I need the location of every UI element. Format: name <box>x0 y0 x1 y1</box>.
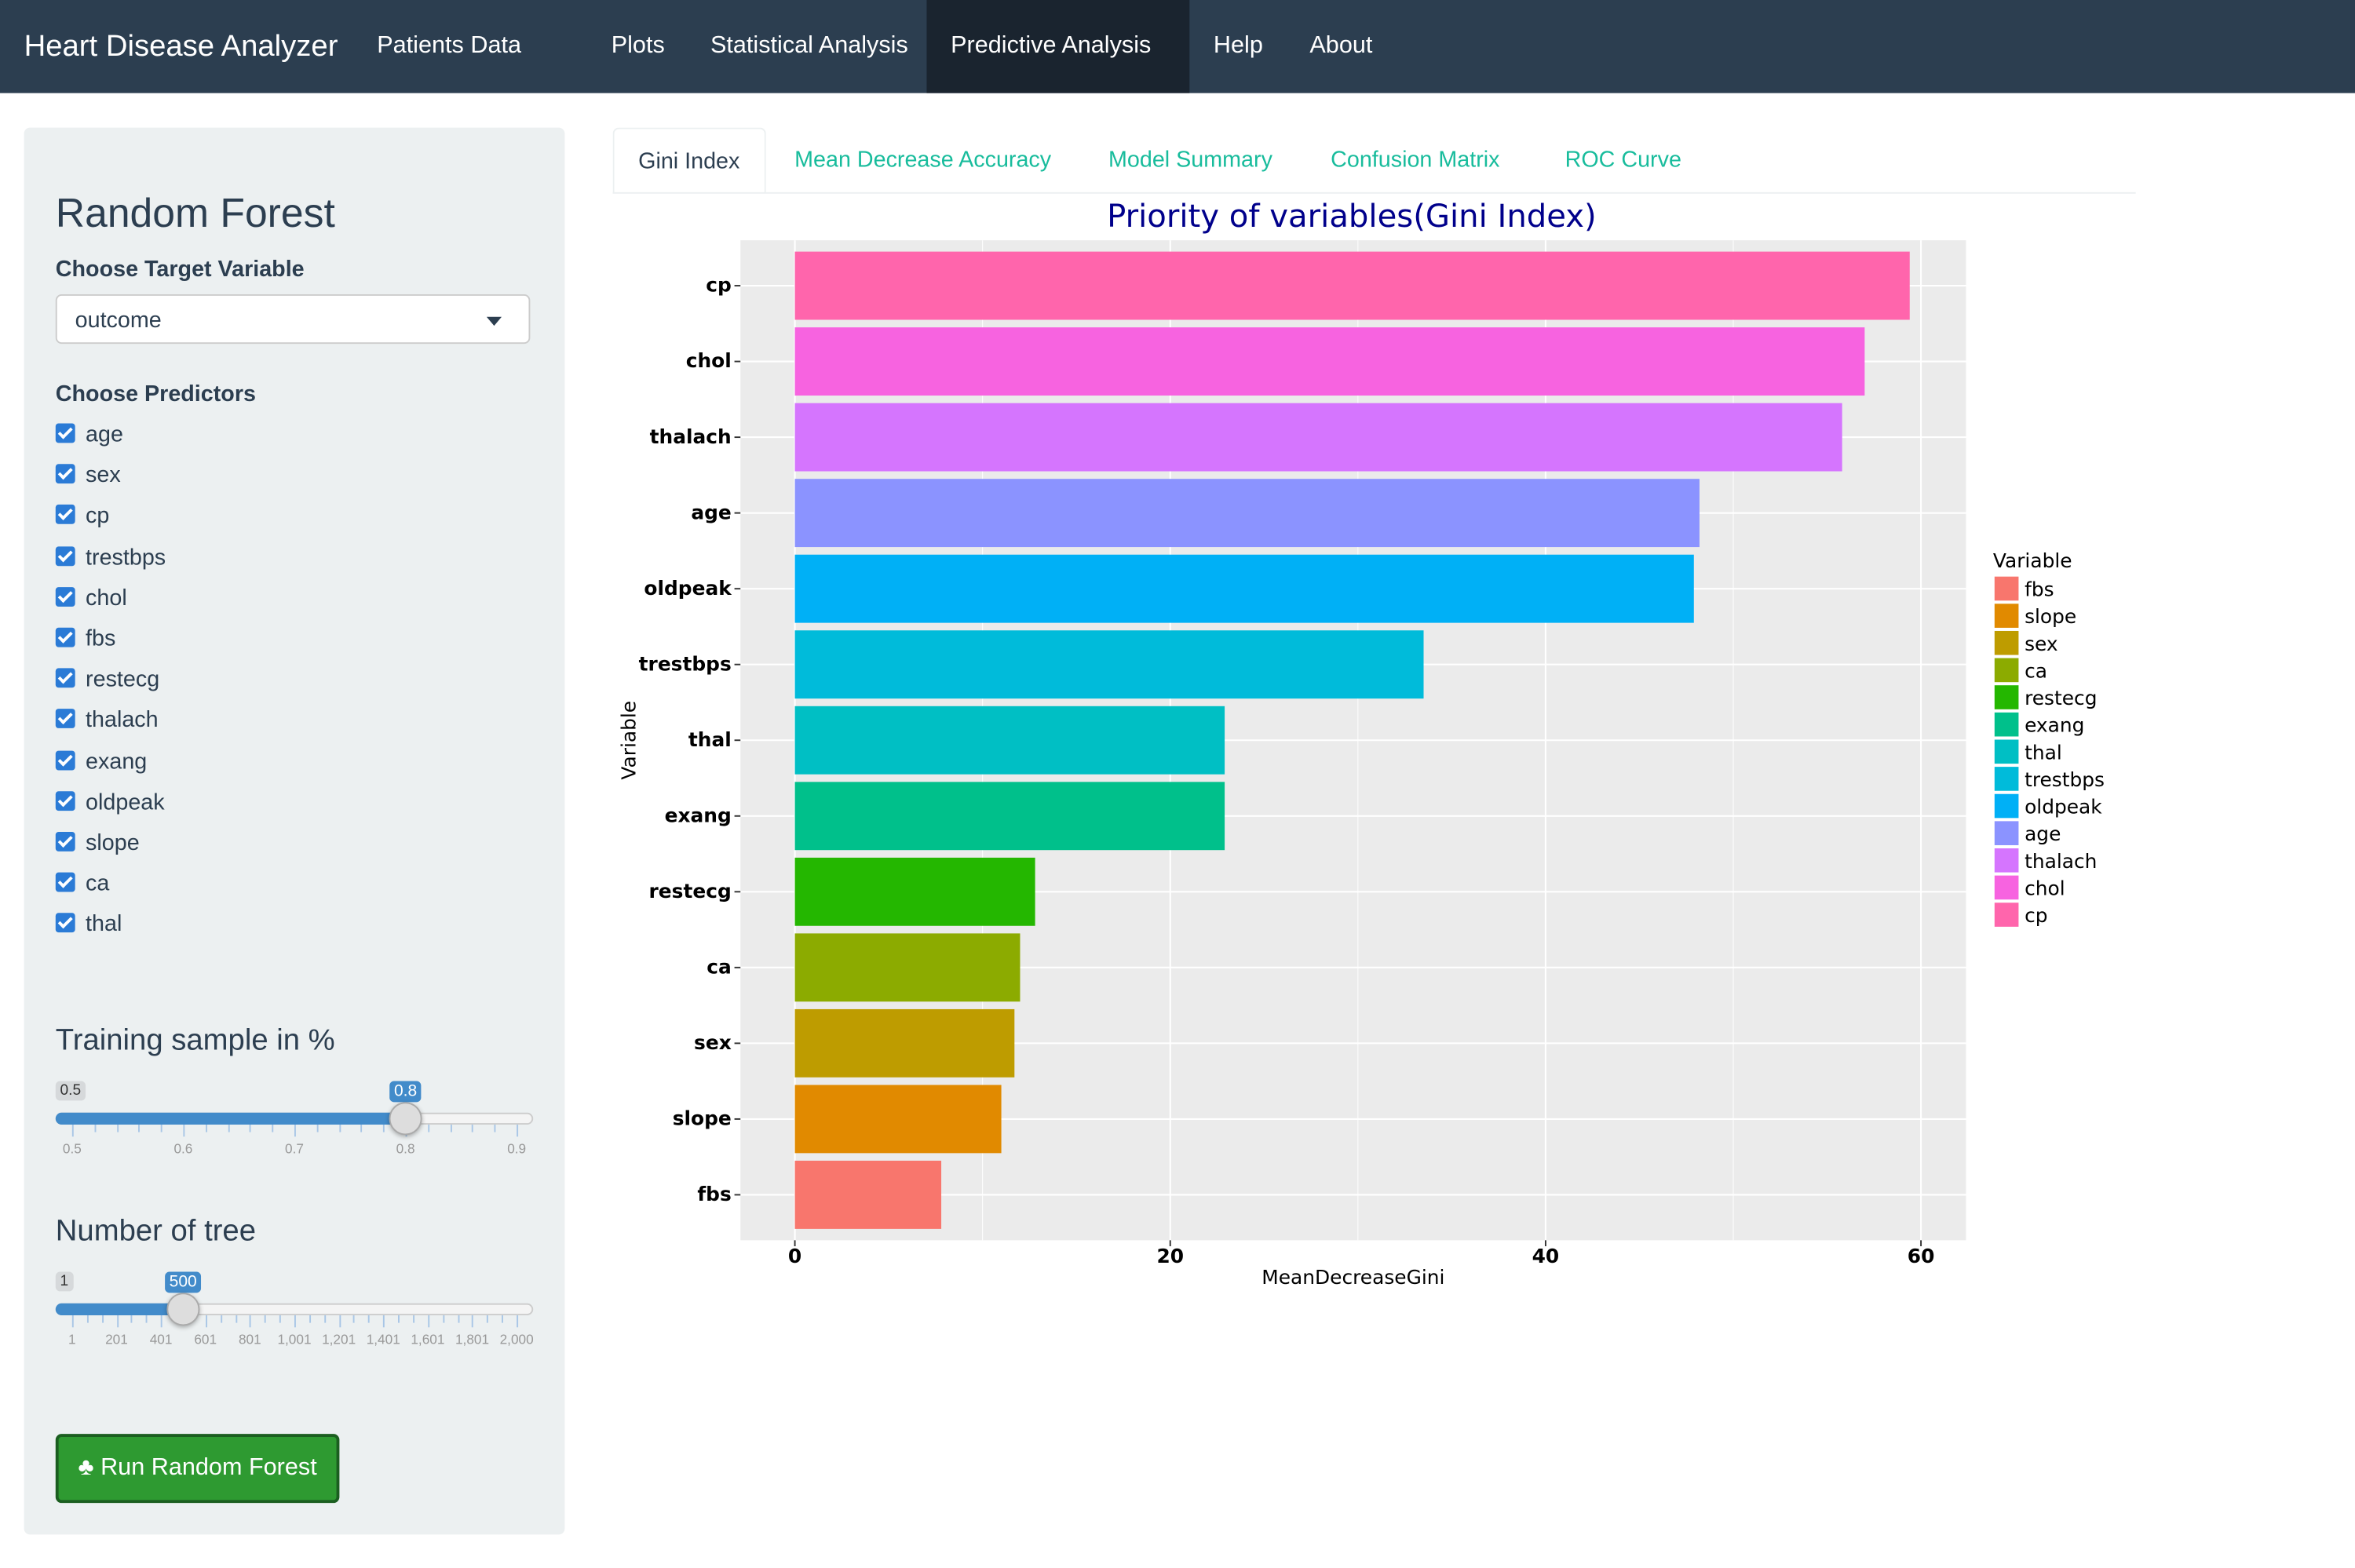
legend-swatch-fbs <box>1994 576 2019 601</box>
bar-sex <box>794 1008 1015 1078</box>
legend-label: exang <box>2025 714 2084 737</box>
y-tick-label: fbs <box>697 1183 731 1205</box>
bar-slope <box>794 1085 1002 1154</box>
legend-title: Variable <box>1993 549 2072 572</box>
legend-label: chol <box>2025 877 2065 900</box>
y-tick-label: restecg <box>649 880 732 903</box>
legend-label: age <box>2025 822 2061 845</box>
legend-swatch-slope <box>1994 603 2019 628</box>
legend-label: sex <box>2025 633 2058 655</box>
bar-chol <box>794 327 1865 396</box>
bar-exang <box>794 782 1225 851</box>
y-axis-title: Variable <box>617 701 640 780</box>
legend-swatch-trestbps <box>1994 767 2019 791</box>
y-tick-label: oldpeak <box>644 577 732 600</box>
chart-title: Priority of variables(Gini Index) <box>1107 199 1597 235</box>
bar-restecg <box>794 857 1035 926</box>
y-tick-label: cp <box>706 274 732 297</box>
legend-label: slope <box>2025 605 2076 628</box>
legend-swatch-age <box>1994 821 2019 845</box>
legend-label: fbs <box>2025 578 2054 601</box>
legend-label: restecg <box>2025 687 2097 709</box>
x-axis-title: MeanDecreaseGini <box>1261 1266 1444 1289</box>
bar-ca <box>794 933 1020 1002</box>
legend-swatch-chol <box>1994 875 2019 900</box>
bar-fbs <box>794 1161 942 1229</box>
bar-cp <box>794 251 1910 320</box>
legend-swatch-restecg <box>1994 685 2019 709</box>
x-tick-label: 20 <box>1156 1245 1184 1267</box>
legend-swatch-thalach <box>1994 848 2019 873</box>
y-tick-label: exang <box>665 804 732 826</box>
legend-swatch-oldpeak <box>1994 793 2019 819</box>
legend-swatch-ca <box>1994 658 2019 683</box>
legend-label: trestbps <box>2025 768 2105 791</box>
legend-swatch-exang <box>1994 712 2019 737</box>
bar-oldpeak <box>794 554 1694 623</box>
bar-thal <box>794 706 1225 775</box>
legend-label: cp <box>2025 904 2047 927</box>
y-tick-label: chol <box>686 349 732 372</box>
y-tick-label: trestbps <box>639 652 732 675</box>
x-tick-label: 60 <box>1908 1245 1935 1267</box>
y-tick-label: age <box>691 501 731 523</box>
gini-chart: cp chol thalach age oldpeak trestbps thal exang… <box>617 199 2105 1289</box>
bar-age <box>794 479 1700 548</box>
y-tick-label: slope <box>673 1107 732 1130</box>
legend-swatch-sex <box>1994 630 2019 655</box>
y-tick-label: ca <box>706 955 732 978</box>
legend-label: thal <box>2025 741 2062 764</box>
legend-swatch-cp <box>1994 903 2019 927</box>
legend-label: ca <box>2025 659 2047 682</box>
legend-label: oldpeak <box>2025 796 2102 819</box>
y-tick-label: sex <box>694 1031 732 1054</box>
x-tick-label: 0 <box>788 1245 801 1267</box>
bar-thalach <box>794 403 1842 472</box>
y-tick-label: thal <box>688 728 732 751</box>
y-tick-label: thalach <box>650 425 732 448</box>
legend-label: thalach <box>2025 850 2097 873</box>
bar-trestbps <box>794 630 1424 699</box>
x-tick-label: 40 <box>1532 1245 1560 1267</box>
legend-swatch-thal <box>1994 739 2019 764</box>
